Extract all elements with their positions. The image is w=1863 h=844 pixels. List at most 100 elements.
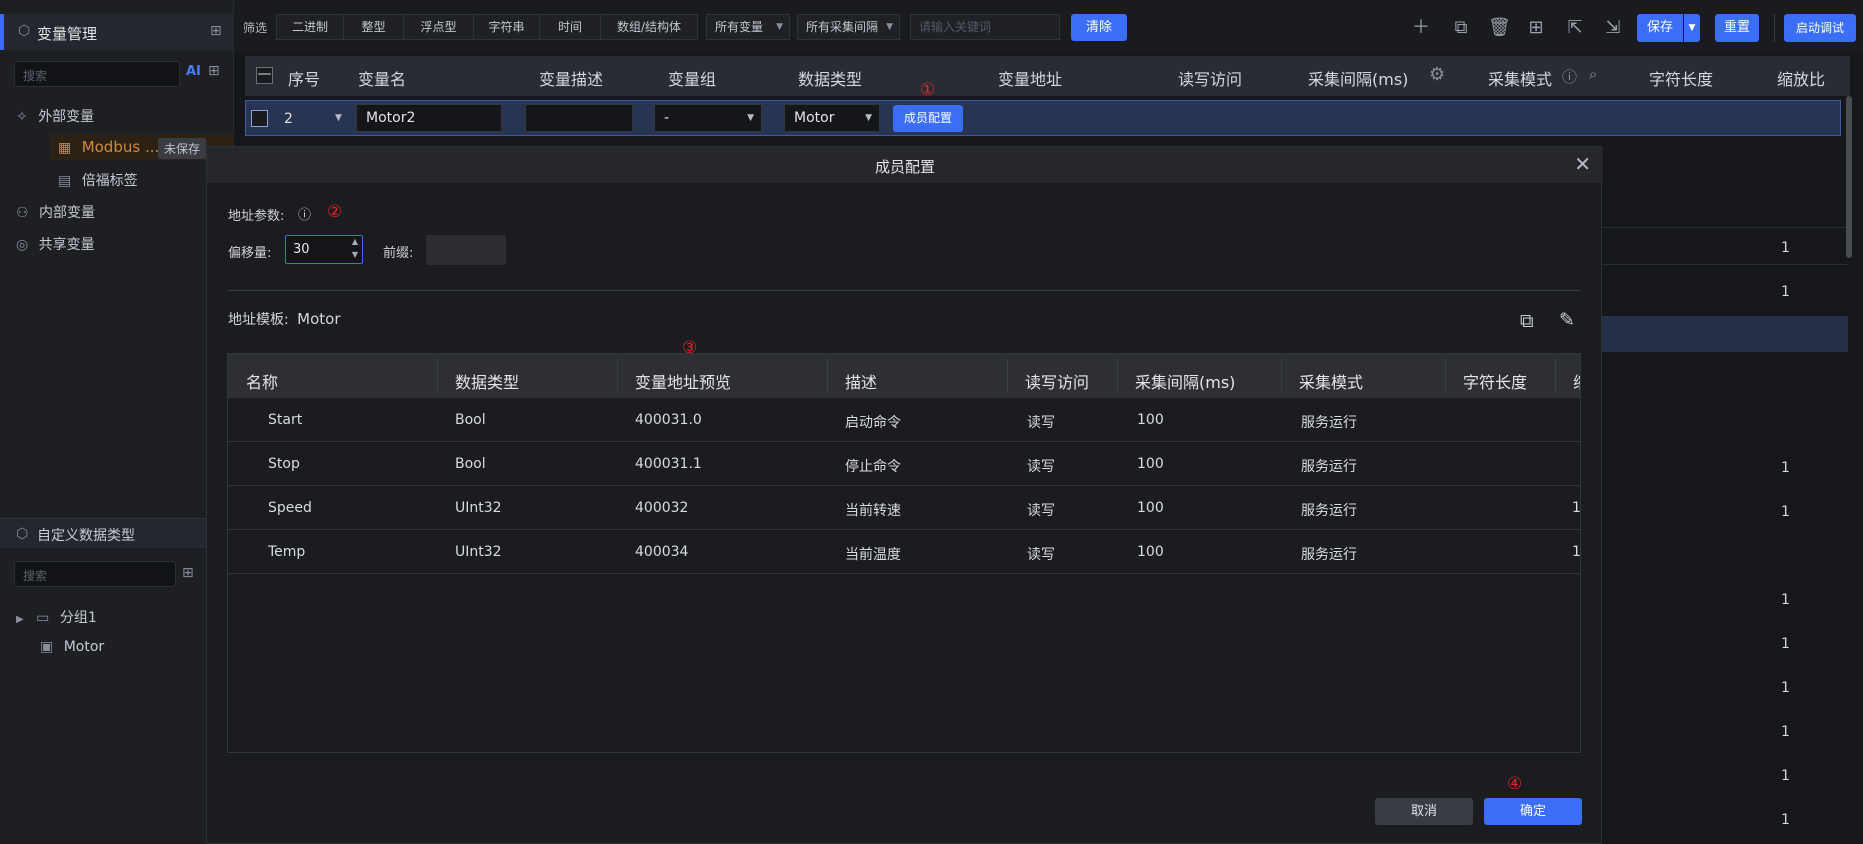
row-index[interactable]: 2 bbox=[284, 111, 293, 127]
col-header-length[interactable]: 字符长度 bbox=[1649, 66, 1713, 90]
search-settings-icon[interactable]: ⌕ bbox=[1589, 65, 1597, 83]
member-scale: 1 bbox=[1572, 544, 1581, 560]
col-divider bbox=[1445, 358, 1446, 394]
all-intervals-select[interactable]: 所有采集间隔 ▼ bbox=[797, 14, 900, 40]
custom-search-input[interactable]: 搜索 bbox=[14, 561, 176, 587]
var-group-select[interactable]: - ▼ bbox=[654, 104, 762, 132]
col-header-mode[interactable]: 采集模式 bbox=[1299, 369, 1363, 393]
bg-scale-value: 1 bbox=[1781, 768, 1790, 784]
add-icon[interactable]: ＋ bbox=[1410, 17, 1432, 39]
table-row[interactable]: Speed UInt32 400032 当前转速 读写 100 服务运行 1 bbox=[228, 486, 1580, 530]
group-icon[interactable]: ⊞ bbox=[1525, 17, 1547, 39]
col-header-rw[interactable]: 读写访问 bbox=[1178, 66, 1242, 90]
chevron-right-icon[interactable]: ▶ bbox=[16, 614, 24, 625]
col-header-name[interactable]: 变量名 bbox=[358, 66, 406, 90]
col-header-address-preview[interactable]: 变量地址预览 bbox=[635, 369, 731, 393]
tree-item-motor[interactable]: ▣ Motor bbox=[40, 639, 104, 655]
tree-item-modbus[interactable]: ▦ Modbus ... bbox=[58, 138, 159, 156]
filter-integer[interactable]: 整型 bbox=[343, 14, 404, 40]
tree-item-shared[interactable]: ◎ 共享变量 bbox=[16, 234, 95, 254]
member-name: Temp bbox=[268, 544, 306, 560]
keyword-search-input[interactable]: 请输入关键词 bbox=[910, 14, 1060, 40]
delete-icon[interactable]: 🗑 bbox=[1488, 17, 1511, 39]
import-icon[interactable]: ⇲ bbox=[1602, 17, 1624, 39]
vertical-scrollbar[interactable] bbox=[1846, 96, 1852, 258]
address-params-label: 地址参数: bbox=[228, 209, 285, 224]
ai-icon[interactable]: AI bbox=[186, 64, 201, 79]
table-icon: ▦ bbox=[58, 140, 72, 156]
collapse-grid-icon[interactable]: ⊞ bbox=[210, 23, 222, 39]
var-name-input[interactable]: Motor2 bbox=[356, 104, 502, 132]
tree-item-group1[interactable]: ▶ ▭ 分组1 bbox=[16, 607, 97, 627]
col-header-desc[interactable]: 描述 bbox=[845, 369, 877, 393]
col-header-mode[interactable]: 采集模式 bbox=[1488, 66, 1552, 90]
col-header-desc[interactable]: 变量描述 bbox=[539, 66, 603, 90]
sidebar-title: 变量管理 bbox=[37, 25, 98, 43]
chevron-down-icon[interactable]: ▼ bbox=[352, 250, 358, 259]
member-address: 400032 bbox=[635, 500, 689, 516]
col-header-scale[interactable]: 缩放比 bbox=[1777, 66, 1825, 90]
col-header-interval[interactable]: 采集间隔(ms) bbox=[1308, 66, 1408, 90]
col-header-scale[interactable]: 缩 bbox=[1573, 369, 1580, 393]
gear-icon[interactable]: ⚙ bbox=[1429, 64, 1445, 85]
filter-binary[interactable]: 二进制 bbox=[276, 14, 344, 40]
row-divider bbox=[1602, 227, 1848, 228]
table-row[interactable]: Stop Bool 400031.1 停止命令 读写 100 服务运行 bbox=[228, 442, 1580, 486]
tree-item-external[interactable]: ✧ 外部变量 bbox=[16, 106, 94, 126]
member-type: UInt32 bbox=[455, 500, 502, 516]
chevron-down-icon[interactable]: ▼ bbox=[335, 113, 342, 123]
member-rw: 读写 bbox=[1027, 415, 1055, 431]
save-dropdown-chevron-icon[interactable]: ▼ bbox=[1684, 14, 1700, 42]
col-divider bbox=[1007, 358, 1008, 394]
chevron-up-icon[interactable]: ▲ bbox=[352, 237, 358, 246]
var-desc-input[interactable] bbox=[525, 104, 633, 132]
add-icon[interactable]: ⊞ bbox=[182, 565, 194, 581]
start-debug-button[interactable]: 启动调试 bbox=[1784, 14, 1856, 42]
member-config-button[interactable]: 成员配置 bbox=[893, 105, 963, 132]
table-row[interactable]: Start Bool 400031.0 启动命令 读写 100 服务运行 bbox=[228, 398, 1580, 442]
edit-icon[interactable]: ✎ bbox=[1559, 309, 1575, 331]
table-row[interactable]: Temp UInt32 400034 当前温度 读写 100 服务运行 1 bbox=[228, 530, 1581, 574]
filter-time[interactable]: 时间 bbox=[539, 14, 601, 40]
row-checkbox[interactable] bbox=[251, 110, 268, 127]
offset-value[interactable]: 30 bbox=[293, 242, 310, 257]
filter-array-struct[interactable]: 数组/结构体 bbox=[600, 14, 698, 40]
all-vars-select[interactable]: 所有变量 ▼ bbox=[706, 14, 790, 40]
clear-button[interactable]: 清除 bbox=[1071, 14, 1127, 41]
filter-string[interactable]: 字符串 bbox=[473, 14, 540, 40]
cancel-button[interactable]: 取消 bbox=[1375, 798, 1473, 825]
col-header-index[interactable]: 序号 bbox=[288, 66, 320, 90]
chevron-down-icon: ▼ bbox=[886, 22, 893, 32]
col-header-length[interactable]: 字符长度 bbox=[1463, 369, 1527, 393]
col-header-address[interactable]: 变量地址 bbox=[998, 66, 1062, 90]
col-header-name[interactable]: 名称 bbox=[246, 369, 278, 393]
col-header-datatype[interactable]: 数据类型 bbox=[798, 66, 862, 90]
sidebar-search-input[interactable]: 搜索 bbox=[14, 61, 180, 87]
prefix-input[interactable] bbox=[426, 235, 506, 265]
filter-float[interactable]: 浮点型 bbox=[403, 14, 474, 40]
unsaved-badge: 未保存 bbox=[158, 138, 207, 159]
col-header-interval[interactable]: 采集间隔(ms) bbox=[1135, 369, 1235, 393]
tree-item-internal[interactable]: ⚇ 内部变量 bbox=[16, 202, 95, 222]
reset-button[interactable]: 重置 bbox=[1715, 14, 1759, 42]
add-icon[interactable]: ⊞ bbox=[208, 63, 220, 79]
col-header-rw[interactable]: 读写访问 bbox=[1025, 369, 1089, 393]
info-icon[interactable]: ⓘ bbox=[298, 204, 311, 223]
save-button[interactable]: 保存 bbox=[1637, 14, 1683, 42]
confirm-button[interactable]: 确定 bbox=[1484, 798, 1582, 825]
tree-item-scale-tag[interactable]: ▤ 倍福标签 bbox=[58, 170, 138, 190]
data-type-select[interactable]: Motor ▼ bbox=[784, 104, 880, 132]
col-header-datatype[interactable]: 数据类型 bbox=[455, 369, 519, 393]
close-icon[interactable]: ✕ bbox=[1574, 152, 1591, 176]
members-table-header: 名称 数据类型 变量地址预览 描述 读写访问 采集间隔(ms) 采集模式 字符长… bbox=[228, 354, 1580, 398]
copy-icon[interactable]: ⧉ bbox=[1450, 17, 1472, 39]
col-header-group[interactable]: 变量组 bbox=[668, 66, 716, 90]
member-desc: 停止命令 bbox=[845, 459, 901, 475]
members-table: 名称 数据类型 变量地址预览 描述 读写访问 采集间隔(ms) 采集模式 字符长… bbox=[227, 353, 1581, 753]
offset-stepper[interactable]: 30 ▲ ▼ bbox=[285, 235, 363, 264]
info-icon[interactable]: ⓘ bbox=[1562, 66, 1577, 87]
export-icon[interactable]: ⇱ bbox=[1564, 17, 1586, 39]
type-icon: ▣ bbox=[40, 639, 54, 655]
select-all-checkbox[interactable]: — bbox=[256, 67, 273, 84]
add-copy-icon[interactable]: ⧉ bbox=[1520, 310, 1534, 332]
